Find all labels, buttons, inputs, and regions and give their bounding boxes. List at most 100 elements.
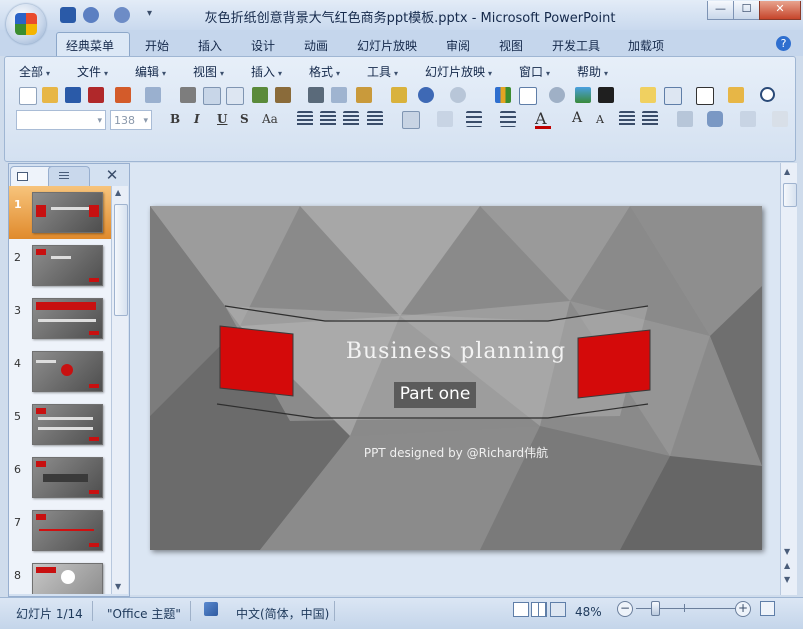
format-painter-icon[interactable] <box>391 87 407 103</box>
slide-canvas[interactable]: Business planning Part one PPT designed … <box>150 206 762 550</box>
justify-icon[interactable] <box>367 111 383 127</box>
cut-icon[interactable] <box>308 87 324 103</box>
thumbnail-scrollbar[interactable]: ▲ ▼ <box>111 186 128 594</box>
menu-format[interactable]: 格式 ▾ <box>309 63 340 80</box>
slide-subtitle[interactable]: Part one <box>394 384 476 404</box>
new-slide-icon[interactable] <box>640 87 656 103</box>
increase-indent-icon[interactable] <box>642 111 658 127</box>
bullets-icon[interactable] <box>500 111 516 127</box>
print-preview-icon[interactable] <box>203 87 221 105</box>
tab-view[interactable]: 视图 <box>499 37 523 54</box>
next-slide-icon[interactable]: ▼ <box>784 575 790 584</box>
menu-help[interactable]: 帮助 ▾ <box>577 63 608 80</box>
undo-icon[interactable] <box>418 87 434 103</box>
align-right-icon[interactable] <box>343 111 359 127</box>
pdf-icon[interactable] <box>88 87 104 103</box>
shrink-font-icon[interactable]: A <box>596 113 604 126</box>
zoom-in-button[interactable]: + <box>735 601 751 617</box>
previous-slide-icon[interactable]: ▲ <box>784 561 790 570</box>
outline-tab[interactable] <box>48 166 90 187</box>
slide-thumbnail-5[interactable]: 5 <box>9 398 111 451</box>
menu-window[interactable]: 窗口 ▾ <box>519 63 550 80</box>
normal-view-icon[interactable] <box>513 602 529 617</box>
office-button[interactable] <box>6 4 46 44</box>
menu-insert[interactable]: 插入 ▾ <box>251 63 282 80</box>
help-icon[interactable]: ? <box>776 36 791 51</box>
proofing-icon[interactable] <box>204 602 218 616</box>
scroll-down-icon[interactable]: ▼ <box>784 547 790 556</box>
line-spacing-icon[interactable] <box>437 111 453 127</box>
menu-tools[interactable]: 工具 ▾ <box>367 63 398 80</box>
picture-icon[interactable] <box>575 87 591 103</box>
numbering-icon[interactable] <box>466 111 482 127</box>
tab-design[interactable]: 设计 <box>251 37 275 54</box>
zoom-level[interactable]: 48% <box>575 605 602 619</box>
slide-thumbnail-4[interactable]: 4 <box>9 345 111 398</box>
slide-thumbnail-3[interactable]: 3 <box>9 292 111 345</box>
tab-developer[interactable]: 开发工具 <box>552 37 600 54</box>
open-folder-icon[interactable] <box>42 87 58 103</box>
shadow-button[interactable]: S <box>240 112 249 126</box>
undo-icon[interactable] <box>83 7 99 23</box>
slide-sorter-icon[interactable] <box>531 602 547 617</box>
tab-classic-menu[interactable]: 经典菜单 <box>66 37 114 54</box>
maximize-button[interactable]: ☐ <box>733 1 760 20</box>
menu-slideshow[interactable]: 幻灯片放映 ▾ <box>425 63 492 80</box>
attach-icon[interactable] <box>145 87 161 103</box>
language-indicator[interactable]: 中文(简体，中国) <box>236 605 329 622</box>
arrange-icon[interactable] <box>677 111 693 127</box>
tab-animations[interactable]: 动画 <box>304 37 328 54</box>
slide-thumbnail-1[interactable]: 1 <box>9 186 111 239</box>
slideshow-view-icon[interactable] <box>550 602 566 617</box>
slide-scrollbar[interactable]: ▲ ▼ ▲ ▼ <box>780 163 797 595</box>
tab-home[interactable]: 开始 <box>145 37 169 54</box>
paste-icon[interactable] <box>356 87 372 103</box>
font-size-combo[interactable]: 138 ▾ <box>110 110 152 130</box>
change-case-button[interactable]: Aa <box>262 112 278 126</box>
slide-credit[interactable]: PPT designed by @Richard伟航 <box>173 444 739 461</box>
underline-button[interactable]: U <box>217 112 227 126</box>
permission-icon[interactable] <box>115 87 131 103</box>
bold-button[interactable]: B <box>170 112 180 126</box>
italic-button[interactable]: I <box>194 112 200 126</box>
save-icon[interactable] <box>60 7 76 23</box>
tab-slideshow[interactable]: 幻灯片放映 <box>357 37 417 54</box>
slide-thumbnail-7[interactable]: 7 <box>9 504 111 557</box>
slide-thumbnail-8[interactable]: 8 <box>9 557 111 594</box>
research-icon[interactable] <box>275 87 291 103</box>
save-icon[interactable] <box>65 87 81 103</box>
fit-to-window-icon[interactable] <box>760 601 775 616</box>
layout-icon[interactable] <box>226 87 244 105</box>
tab-review[interactable]: 审阅 <box>446 37 470 54</box>
table-icon[interactable] <box>519 87 537 105</box>
quick-styles-icon[interactable] <box>740 111 756 127</box>
scroll-thumb[interactable] <box>114 204 128 316</box>
zoom-out-button[interactable]: − <box>617 601 633 617</box>
shape-fill-icon[interactable] <box>772 111 788 127</box>
search-icon[interactable] <box>760 87 775 102</box>
shapes-icon[interactable] <box>707 111 723 127</box>
align-center-icon[interactable] <box>320 111 336 127</box>
folder-icon[interactable] <box>728 87 744 103</box>
slide-thumbnail-6[interactable]: 6 <box>9 451 111 504</box>
menu-edit[interactable]: 编辑 ▾ <box>135 63 166 80</box>
grow-font-icon[interactable]: A <box>572 110 582 126</box>
clipart-icon[interactable] <box>549 87 565 103</box>
scroll-down-icon[interactable]: ▼ <box>115 582 121 591</box>
font-name-combo[interactable]: ▾ <box>16 110 106 130</box>
chart-icon[interactable] <box>495 87 511 103</box>
text-direction-icon[interactable] <box>402 111 420 129</box>
menu-file[interactable]: 文件 ▾ <box>77 63 108 80</box>
spelling-icon[interactable] <box>252 87 268 103</box>
close-button[interactable]: ✕ <box>759 1 801 20</box>
decrease-indent-icon[interactable] <box>619 111 635 127</box>
line-color-icon[interactable] <box>598 87 614 103</box>
menu-all[interactable]: 全部 ▾ <box>19 63 50 80</box>
tab-insert[interactable]: 插入 <box>198 37 222 54</box>
copy-icon[interactable] <box>331 87 347 103</box>
close-icon[interactable]: ✕ <box>104 166 120 184</box>
print-icon[interactable] <box>180 87 196 103</box>
slide-title[interactable]: Business planning <box>168 339 744 364</box>
minimize-button[interactable]: — <box>707 1 734 20</box>
align-left-icon[interactable] <box>297 111 313 127</box>
